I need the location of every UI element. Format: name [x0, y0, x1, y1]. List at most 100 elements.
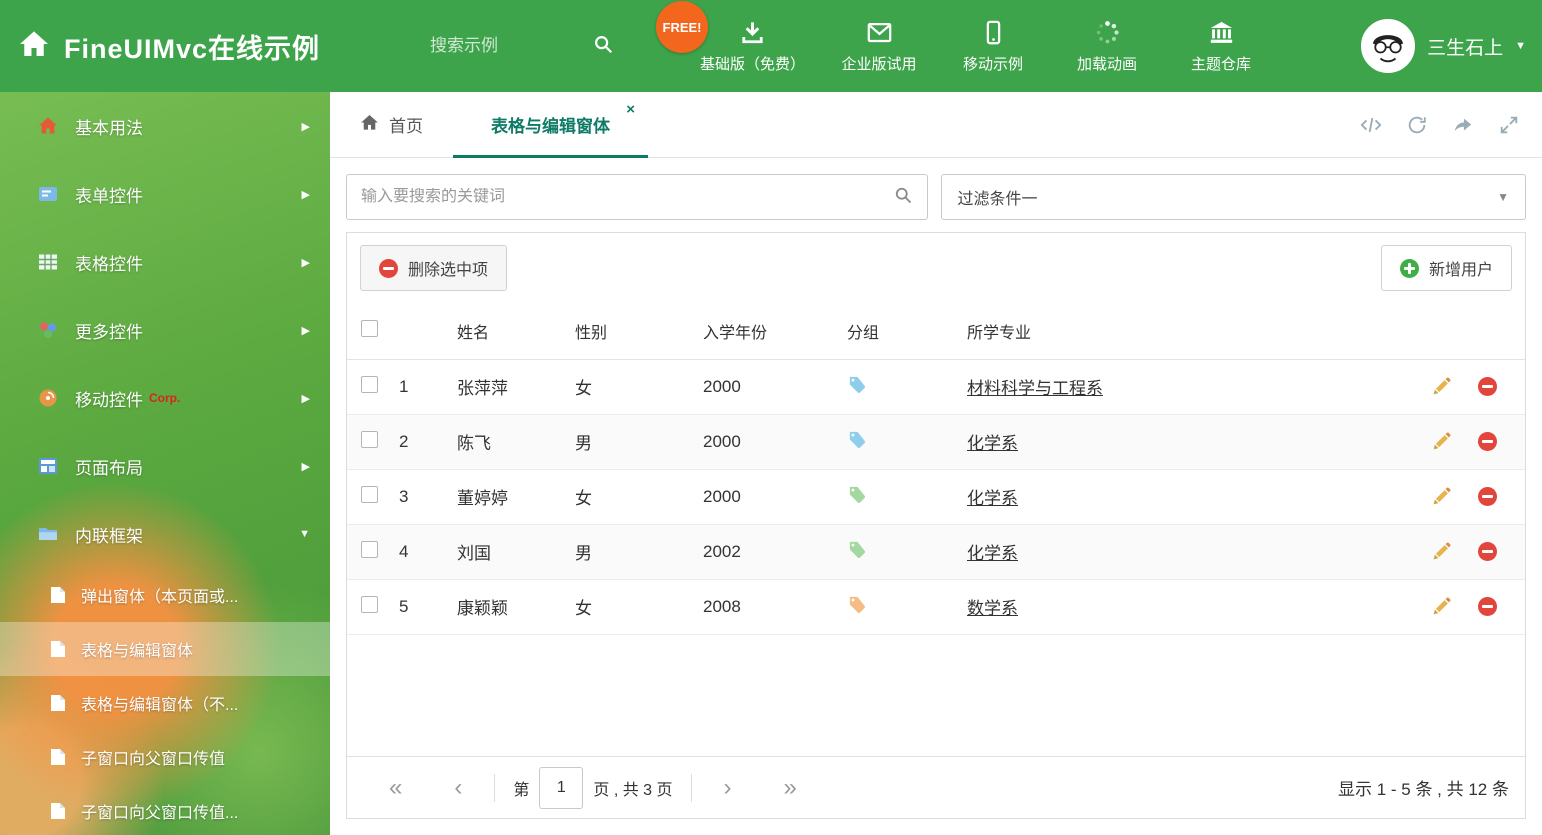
- edit-icon[interactable]: [1431, 376, 1452, 397]
- sidebar-item-5[interactable]: 移动控件 Corp. ▶: [0, 364, 330, 432]
- pagination-controls: « ‹ 第 页 , 共 3 页 › »: [363, 766, 823, 809]
- chevron-icon: ▼: [299, 528, 310, 540]
- source-code-icon[interactable]: [1360, 114, 1382, 136]
- prev-page-button[interactable]: ‹: [428, 775, 488, 800]
- row-checkbox[interactable]: [361, 375, 378, 393]
- header-nav: 基础版（免费） FREE! 企业版试用 移动示例 加载动画 主题仓库: [656, 0, 1261, 92]
- page-suffix: 页 , 共 3 页: [593, 781, 673, 799]
- edit-icon[interactable]: [1431, 431, 1452, 452]
- edit-icon[interactable]: [1431, 596, 1452, 617]
- main-area: 首页 表格与编辑窗体 × 过滤条件一 ▼: [330, 92, 1542, 835]
- sidebar-subitem-1[interactable]: 弹出窗体（本页面或...: [0, 568, 330, 622]
- sidebar-subitem-3[interactable]: 表格与编辑窗体（不...: [0, 676, 330, 730]
- add-user-button[interactable]: 新增用户: [1380, 245, 1512, 291]
- major-link[interactable]: 化学系: [967, 434, 1018, 453]
- pagination-bar: « ‹ 第 页 , 共 3 页 › » 显示 1 - 5 条 , 共 12 条: [347, 756, 1525, 818]
- first-page-button[interactable]: «: [363, 775, 428, 800]
- major-link[interactable]: 化学系: [967, 544, 1018, 563]
- sidebar-item-1[interactable]: 基本用法 ▶: [0, 92, 330, 160]
- select-all-checkbox[interactable]: [361, 319, 378, 337]
- delete-icon[interactable]: [1478, 377, 1497, 396]
- cell-gender: 男: [567, 524, 695, 580]
- table-header-row: 姓名 性别 入学年份 分组 所学专业: [347, 303, 1525, 360]
- app-title: FineUIMvc在线示例: [64, 33, 321, 64]
- col-index: [391, 303, 449, 360]
- tab-bar: 首页 表格与编辑窗体 ×: [330, 92, 1542, 158]
- nav-item-3[interactable]: 移动示例: [953, 0, 1033, 92]
- sidebar-item-6[interactable]: 页面布局 ▶: [0, 432, 330, 500]
- nav-item-2[interactable]: 企业版试用: [839, 0, 919, 92]
- delete-icon[interactable]: [1478, 432, 1497, 451]
- sidebar-item-7[interactable]: 内联框架 ▼: [0, 500, 330, 568]
- divider: [690, 773, 692, 802]
- filter-dropdown[interactable]: 过滤条件一 ▼: [940, 174, 1526, 220]
- col-group: 分组: [839, 303, 959, 360]
- share-icon[interactable]: [1452, 114, 1474, 136]
- grid-icon: [38, 252, 58, 272]
- home-icon: [360, 113, 379, 137]
- tag-icon: [847, 375, 866, 394]
- sidebar-item-4[interactable]: 更多控件 ▶: [0, 296, 330, 364]
- sidebar-subitem-5[interactable]: 子窗口向父窗口传值...: [0, 784, 330, 835]
- cell-year: 2000: [695, 359, 839, 415]
- page-number-input[interactable]: [539, 766, 584, 809]
- row-checkbox[interactable]: [361, 430, 378, 448]
- cell-gender: 男: [567, 414, 695, 470]
- minus-icon: [379, 258, 398, 278]
- app-brand[interactable]: FineUIMvc在线示例: [18, 0, 320, 92]
- sidebar-item-label: 更多控件: [75, 322, 143, 342]
- nav-item-5[interactable]: 主题仓库: [1181, 0, 1261, 92]
- nav-label: 基础版（免费）: [700, 55, 806, 73]
- user-menu[interactable]: 三生石上 ▼: [1361, 0, 1526, 92]
- delete-selected-button[interactable]: 删除选中项: [360, 245, 508, 291]
- cell-name: 张萍萍: [449, 359, 567, 415]
- delete-icon[interactable]: [1478, 487, 1497, 506]
- next-page-button[interactable]: ›: [698, 775, 758, 800]
- row-index: 5: [391, 579, 449, 635]
- close-icon[interactable]: ×: [626, 101, 635, 118]
- row-checkbox[interactable]: [361, 540, 378, 558]
- edit-icon[interactable]: [1431, 486, 1452, 507]
- header-search-input[interactable]: [430, 36, 580, 56]
- refresh-icon[interactable]: [1406, 114, 1428, 136]
- chevron-icon: ▶: [301, 188, 310, 201]
- tab-home-label: 首页: [389, 117, 423, 136]
- chevron-icon: ▶: [301, 460, 310, 473]
- search-icon[interactable]: [893, 185, 913, 210]
- tab-grid-edit-window[interactable]: 表格与编辑窗体 ×: [453, 92, 648, 158]
- chevron-down-icon: ▼: [1497, 190, 1509, 204]
- row-checkbox[interactable]: [361, 595, 378, 613]
- nav-item-1[interactable]: 基础版（免费） FREE!: [656, 0, 806, 92]
- layout-icon: [38, 456, 58, 476]
- app-header: FineUIMvc在线示例 基础版（免费） FREE! 企业版试用 移动示例 加…: [0, 0, 1542, 92]
- major-link[interactable]: 材料科学与工程系: [967, 379, 1103, 398]
- fullscreen-icon[interactable]: [1498, 114, 1520, 136]
- sidebar-subitem-2[interactable]: 表格与编辑窗体: [0, 622, 330, 676]
- file-icon: [50, 802, 66, 820]
- cell-gender: 女: [567, 469, 695, 525]
- nav-label: 主题仓库: [1191, 55, 1252, 73]
- last-page-button[interactable]: »: [758, 775, 823, 800]
- col-actions: [1405, 303, 1525, 360]
- avatar: [1361, 19, 1416, 73]
- delete-icon[interactable]: [1478, 597, 1497, 616]
- folder-icon: [38, 524, 58, 544]
- tag-icon: [847, 430, 866, 449]
- nav-item-4[interactable]: 加载动画: [1067, 0, 1147, 92]
- major-link[interactable]: 化学系: [967, 489, 1018, 508]
- grid-panel: 删除选中项 新增用户 姓名 性别 入学年份 分组 所学专业 1 张萍萍 女 20…: [346, 232, 1526, 819]
- search-icon[interactable]: [592, 33, 614, 60]
- edit-icon[interactable]: [1431, 541, 1452, 562]
- keyword-search-input[interactable]: [361, 188, 893, 206]
- sidebar-item-2[interactable]: 表单控件 ▶: [0, 160, 330, 228]
- major-link[interactable]: 数学系: [967, 599, 1018, 618]
- row-checkbox[interactable]: [361, 485, 378, 503]
- delete-icon[interactable]: [1478, 542, 1497, 561]
- sidebar-item-3[interactable]: 表格控件 ▶: [0, 228, 330, 296]
- sidebar-subitem-4[interactable]: 子窗口向父窗口传值: [0, 730, 330, 784]
- table-row: 5 康颖颖 女 2008 数学系: [347, 579, 1525, 635]
- cell-year: 2000: [695, 469, 839, 525]
- tab-home[interactable]: 首页: [330, 92, 453, 157]
- chevron-icon: ▶: [301, 324, 310, 337]
- grid-body: 姓名 性别 入学年份 分组 所学专业 1 张萍萍 女 2000 材料科学与工程系…: [347, 303, 1525, 756]
